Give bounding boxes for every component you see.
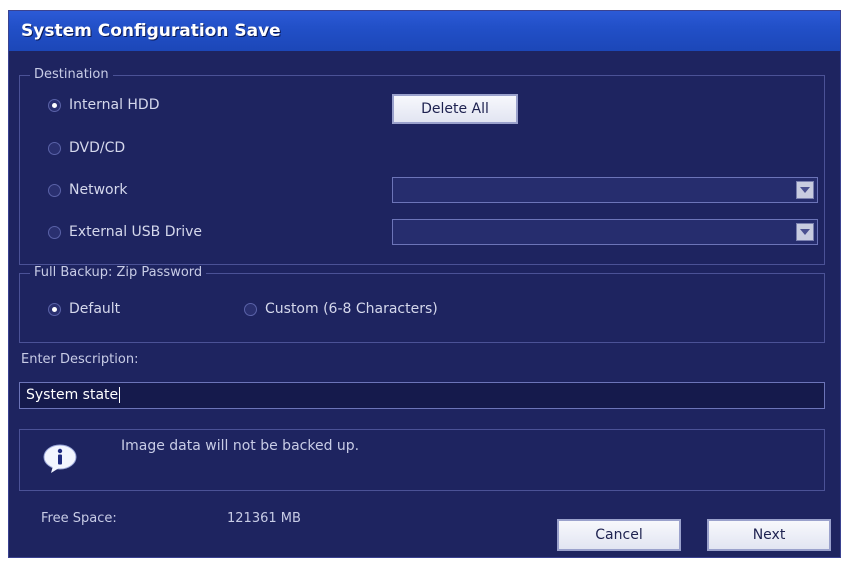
usb-drive-select[interactable] [392,219,818,245]
radio-dot [48,141,61,155]
next-button[interactable]: Next [707,519,831,551]
radio-label: Default [69,301,121,317]
radio-dot [48,225,61,239]
description-label: Enter Description: [21,352,139,367]
radio-default-password[interactable]: Default [48,301,120,317]
radio-label: Custom (6-8 Characters) [265,301,438,317]
delete-all-button[interactable]: Delete All [392,94,518,124]
radio-label: DVD/CD [69,140,126,156]
info-icon [43,444,77,473]
destination-group: Destination Internal HDD DVD/CD Network … [19,67,825,265]
radio-dot [244,302,257,316]
radio-external-usb-drive[interactable]: External USB Drive [48,224,202,240]
radio-label: Internal HDD [69,97,160,113]
description-value: System state [26,387,119,403]
radio-custom-password[interactable]: Custom (6-8 Characters) [244,301,438,317]
dialog-title: System Configuration Save [9,11,840,51]
text-caret [119,387,121,403]
description-input[interactable]: System state [19,382,825,409]
network-select[interactable] [392,177,818,203]
backup-password-legend: Full Backup: Zip Password [30,265,207,280]
free-space-value: 121361 MB [227,511,301,526]
radio-dvd-cd[interactable]: DVD/CD [48,140,125,156]
radio-label: Network [69,182,128,198]
info-message: Image data will not be backed up. [121,438,360,454]
system-configuration-save-dialog: System Configuration Save Destination In… [8,10,841,558]
radio-internal-hdd[interactable]: Internal HDD [48,97,160,113]
cancel-button[interactable]: Cancel [557,519,681,551]
radio-label: External USB Drive [69,224,203,240]
free-space-label: Free Space: [41,511,117,526]
info-panel: Image data will not be backed up. [19,429,825,491]
backup-password-group: Full Backup: Zip Password Default Custom… [19,265,825,343]
chevron-down-icon[interactable] [796,181,814,199]
chevron-down-icon[interactable] [796,223,814,241]
radio-network[interactable]: Network [48,182,127,198]
radio-dot [48,98,61,112]
radio-dot [48,302,61,316]
destination-legend: Destination [30,67,113,82]
radio-dot [48,183,61,197]
